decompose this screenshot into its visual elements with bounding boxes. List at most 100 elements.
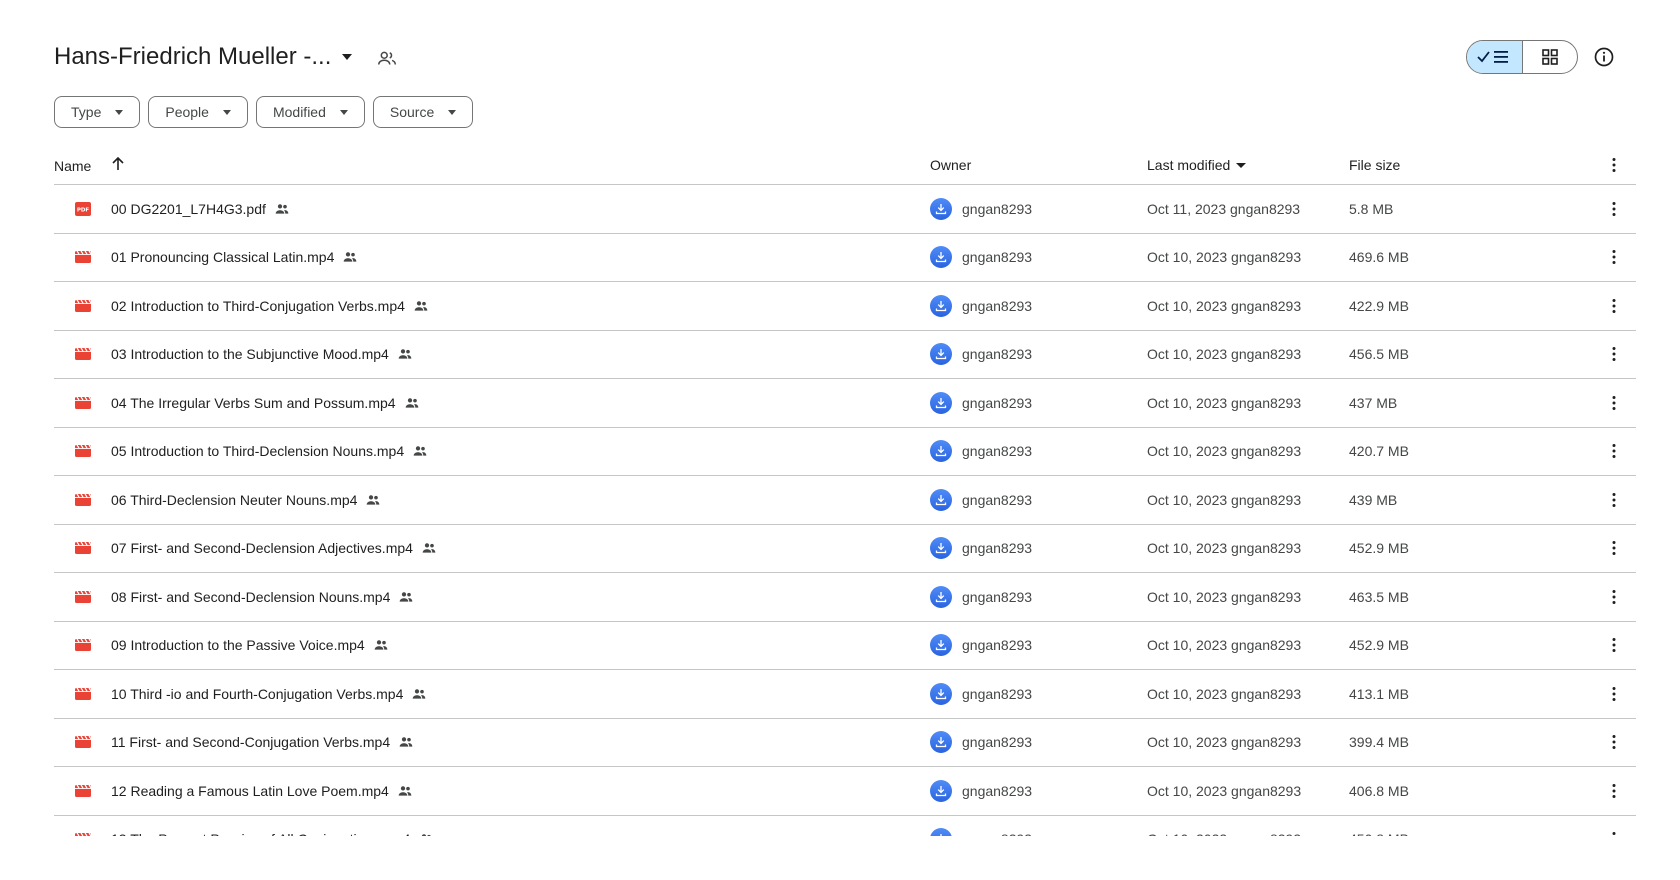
file-name[interactable]: 01 Pronouncing Classical Latin.mp4 bbox=[111, 249, 334, 265]
filter-chips: Type People Modified Source bbox=[54, 96, 474, 128]
file-name[interactable]: 00 DG2201_L7H4G3.pdf bbox=[111, 201, 266, 217]
column-header-owner[interactable]: Owner bbox=[930, 157, 971, 173]
file-name[interactable]: 10 Third -io and Fourth-Conjugation Verb… bbox=[111, 686, 403, 702]
table-row[interactable]: 08 First- and Second-Declension Nouns.mp… bbox=[54, 573, 1636, 622]
table-row[interactable]: 11 First- and Second-Conjugation Verbs.m… bbox=[54, 719, 1636, 767]
table-row[interactable]: 12 Reading a Famous Latin Love Poem.mp4 … bbox=[54, 767, 1636, 816]
filter-modified-chip[interactable]: Modified bbox=[255, 96, 365, 128]
table-row[interactable]: 06 Third-Declension Neuter Nouns.mp4 gng… bbox=[54, 476, 1636, 525]
info-icon[interactable] bbox=[1592, 45, 1616, 69]
owner-avatar bbox=[930, 731, 952, 754]
file-name-cell[interactable]: 13 The Present Passive of All Conjugatio… bbox=[111, 816, 434, 836]
more-options-icon[interactable] bbox=[1604, 816, 1624, 837]
more-options-icon[interactable] bbox=[1604, 476, 1624, 524]
file-name[interactable]: 07 First- and Second-Declension Adjectiv… bbox=[111, 540, 413, 556]
file-name[interactable]: 13 The Present Passive of All Conjugatio… bbox=[111, 831, 410, 836]
grid-view-button[interactable] bbox=[1523, 41, 1578, 73]
column-header-name[interactable]: Name bbox=[54, 156, 125, 174]
file-name-cell[interactable]: 05 Introduction to Third-Declension Noun… bbox=[111, 428, 428, 476]
file-name[interactable]: 04 The Irregular Verbs Sum and Possum.mp… bbox=[111, 395, 396, 411]
owner-cell: gngan8293 bbox=[930, 525, 1032, 573]
file-name-cell[interactable]: 00 DG2201_L7H4G3.pdf bbox=[111, 185, 290, 233]
table-header: Name Owner Last modified File size bbox=[54, 145, 1636, 185]
table-row[interactable]: 07 First- and Second-Declension Adjectiv… bbox=[54, 525, 1636, 573]
owner-cell: gngan8293 bbox=[930, 670, 1032, 718]
more-options-icon[interactable] bbox=[1604, 234, 1624, 282]
file-name[interactable]: 12 Reading a Famous Latin Love Poem.mp4 bbox=[111, 783, 389, 799]
file-size-cell: 469.6 MB bbox=[1349, 249, 1409, 266]
owner-name: gngan8293 bbox=[962, 734, 1033, 751]
table-row[interactable]: 01 Pronouncing Classical Latin.mp4 gngan… bbox=[54, 234, 1636, 282]
file-name[interactable]: 09 Introduction to the Passive Voice.mp4 bbox=[111, 637, 365, 653]
table-row[interactable]: 13 The Present Passive of All Conjugatio… bbox=[54, 816, 1636, 837]
table-row[interactable]: 10 Third -io and Fourth-Conjugation Verb… bbox=[54, 670, 1636, 719]
filter-source-chip[interactable]: Source bbox=[372, 96, 474, 128]
video-icon bbox=[74, 476, 92, 524]
video-icon bbox=[74, 379, 92, 427]
owner-name: gngan8293 bbox=[962, 831, 1032, 836]
more-options-icon[interactable] bbox=[1604, 331, 1624, 379]
video-icon bbox=[74, 525, 92, 573]
file-name-cell[interactable]: 01 Pronouncing Classical Latin.mp4 bbox=[111, 234, 358, 282]
folder-title-text[interactable]: Hans-Friedrich Mueller -... bbox=[54, 43, 331, 71]
chevron-down-icon[interactable] bbox=[337, 47, 357, 67]
shared-icon bbox=[418, 831, 434, 836]
column-header-file-size[interactable]: File size bbox=[1349, 157, 1400, 173]
download-icon bbox=[935, 543, 947, 554]
more-options-icon[interactable] bbox=[1604, 379, 1624, 427]
more-options-icon[interactable] bbox=[1604, 767, 1624, 815]
shared-people-icon[interactable] bbox=[376, 48, 398, 70]
file-name[interactable]: 11 First- and Second-Conjugation Verbs.m… bbox=[111, 734, 390, 750]
more-options-icon[interactable] bbox=[1604, 282, 1624, 330]
table-row[interactable]: 03 Introduction to the Subjunctive Mood.… bbox=[54, 331, 1636, 379]
more-options-icon[interactable] bbox=[1604, 573, 1624, 621]
more-options-icon[interactable] bbox=[1604, 719, 1624, 767]
file-name-cell[interactable]: 10 Third -io and Fourth-Conjugation Verb… bbox=[111, 670, 427, 718]
file-name[interactable]: 06 Third-Declension Neuter Nouns.mp4 bbox=[111, 492, 357, 508]
file-name-cell[interactable]: 09 Introduction to the Passive Voice.mp4 bbox=[111, 622, 389, 670]
shared-icon bbox=[373, 637, 389, 653]
file-name[interactable]: 05 Introduction to Third-Declension Noun… bbox=[111, 443, 404, 459]
more-options-icon[interactable] bbox=[1604, 428, 1624, 476]
table-row[interactable]: 05 Introduction to Third-Declension Noun… bbox=[54, 428, 1636, 476]
file-name-cell[interactable]: 06 Third-Declension Neuter Nouns.mp4 bbox=[111, 476, 381, 524]
file-name-cell[interactable]: 11 First- and Second-Conjugation Verbs.m… bbox=[111, 719, 414, 767]
folder-title[interactable]: Hans-Friedrich Mueller -... bbox=[54, 43, 357, 71]
list-view-button[interactable] bbox=[1467, 41, 1523, 73]
more-options-icon[interactable] bbox=[1604, 622, 1624, 670]
column-options-more-icon[interactable] bbox=[1604, 155, 1624, 178]
column-header-last-modified[interactable]: Last modified bbox=[1147, 157, 1247, 173]
column-label: File size bbox=[1349, 157, 1401, 173]
file-name-cell[interactable]: 04 The Irregular Verbs Sum and Possum.mp… bbox=[111, 379, 420, 427]
column-label: Owner bbox=[930, 157, 972, 173]
owner-avatar bbox=[930, 294, 952, 317]
file-name[interactable]: 03 Introduction to the Subjunctive Mood.… bbox=[111, 346, 389, 362]
file-name[interactable]: 02 Introduction to Third-Conjugation Ver… bbox=[111, 298, 405, 314]
more-options-icon[interactable] bbox=[1604, 670, 1624, 718]
table-row[interactable]: 02 Introduction to Third-Conjugation Ver… bbox=[54, 282, 1636, 331]
owner-avatar bbox=[930, 682, 952, 705]
owner-name: gngan8293 bbox=[962, 491, 1033, 508]
table-row[interactable]: 04 The Irregular Verbs Sum and Possum.mp… bbox=[54, 379, 1636, 428]
table-row[interactable]: PDF 00 DG2201_L7H4G3.pdf gngan8293 Oct 1… bbox=[54, 185, 1636, 234]
more-options-icon[interactable] bbox=[1604, 185, 1624, 233]
filter-people-chip[interactable]: People bbox=[148, 96, 248, 128]
video-icon bbox=[74, 428, 92, 476]
more-options-icon[interactable] bbox=[1604, 525, 1624, 573]
video-icon bbox=[74, 622, 92, 670]
last-modified-cell: Oct 10, 2023 gngan8293 bbox=[1147, 540, 1302, 557]
file-name-cell[interactable]: 12 Reading a Famous Latin Love Poem.mp4 bbox=[111, 767, 413, 815]
shared-icon bbox=[398, 589, 414, 605]
filter-type-chip[interactable]: Type bbox=[54, 96, 141, 128]
video-icon bbox=[74, 234, 92, 282]
file-name[interactable]: 08 First- and Second-Declension Nouns.mp… bbox=[111, 589, 390, 605]
file-name-cell[interactable]: 02 Introduction to Third-Conjugation Ver… bbox=[111, 282, 429, 330]
download-icon bbox=[935, 785, 947, 796]
table-row[interactable]: 09 Introduction to the Passive Voice.mp4… bbox=[54, 622, 1636, 670]
file-name-cell[interactable]: 03 Introduction to the Subjunctive Mood.… bbox=[111, 331, 413, 379]
file-name-cell[interactable]: 07 First- and Second-Declension Adjectiv… bbox=[111, 525, 437, 573]
sort-arrow-up-icon[interactable] bbox=[111, 156, 125, 174]
file-name-cell[interactable]: 08 First- and Second-Declension Nouns.mp… bbox=[111, 573, 414, 621]
owner-cell: gngan8293 bbox=[930, 719, 1032, 767]
table-body-viewport[interactable]: PDF 00 DG2201_L7H4G3.pdf gngan8293 Oct 1… bbox=[0, 185, 1680, 836]
